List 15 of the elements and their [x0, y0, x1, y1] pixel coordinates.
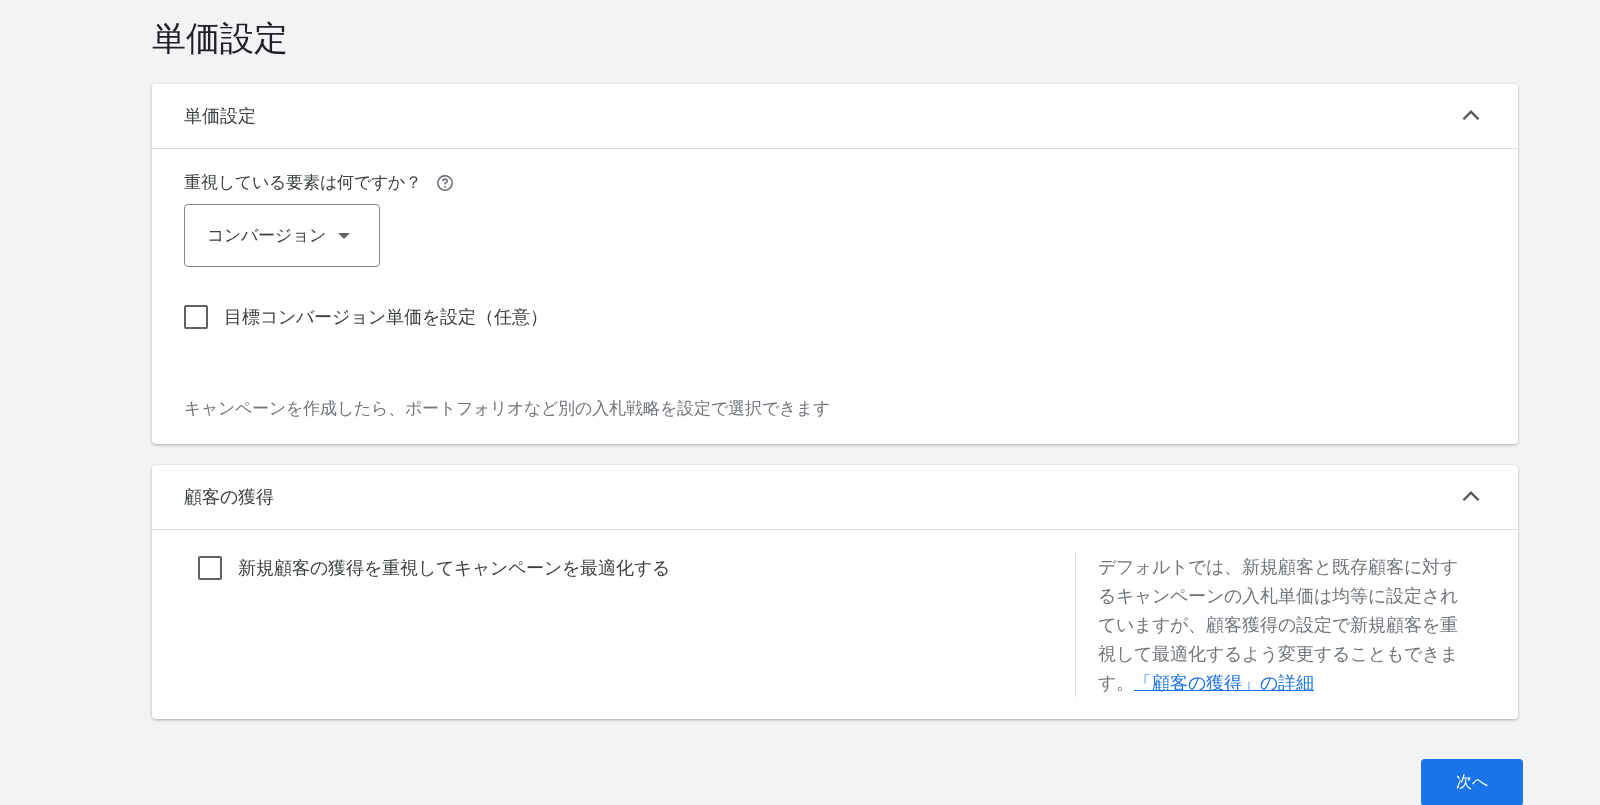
description-text: デフォルトでは、新規顧客と既存顧客に対するキャンペーンの入札単価は均等に設定されていますが、顧客獲得の設定で新規顧客を重視して最適化するよう変更することもできます。「顧客の獲得」の詳細 — [1098, 555, 1459, 695]
checkbox[interactable] — [184, 305, 208, 329]
caret-icon — [338, 232, 350, 239]
conversion-dropdown[interactable]: コンバージョン — [184, 204, 380, 267]
note-text: キャンペーンを作成したら、ポートフォリオなど別の入札戦略を設定で選択できます — [184, 397, 831, 420]
page-title: 単価設定 — [152, 17, 289, 60]
next-button[interactable]: 次へ — [1421, 759, 1523, 805]
details-link[interactable]: 「顧客の獲得」の詳細 — [1134, 672, 1314, 693]
section-title: 顧客の獲得 — [184, 485, 274, 509]
checkbox-label: 新規顧客の獲得を重視してキャンペーンを最適化する — [238, 556, 670, 580]
checkbox[interactable] — [198, 556, 222, 580]
section-title: 単価設定 — [184, 104, 256, 128]
help-icon[interactable] — [436, 173, 454, 192]
checkbox-label: 目標コンバージョン単価を設定（任意） — [224, 305, 548, 329]
question-label: 重視している要素は何ですか？ — [184, 171, 422, 194]
